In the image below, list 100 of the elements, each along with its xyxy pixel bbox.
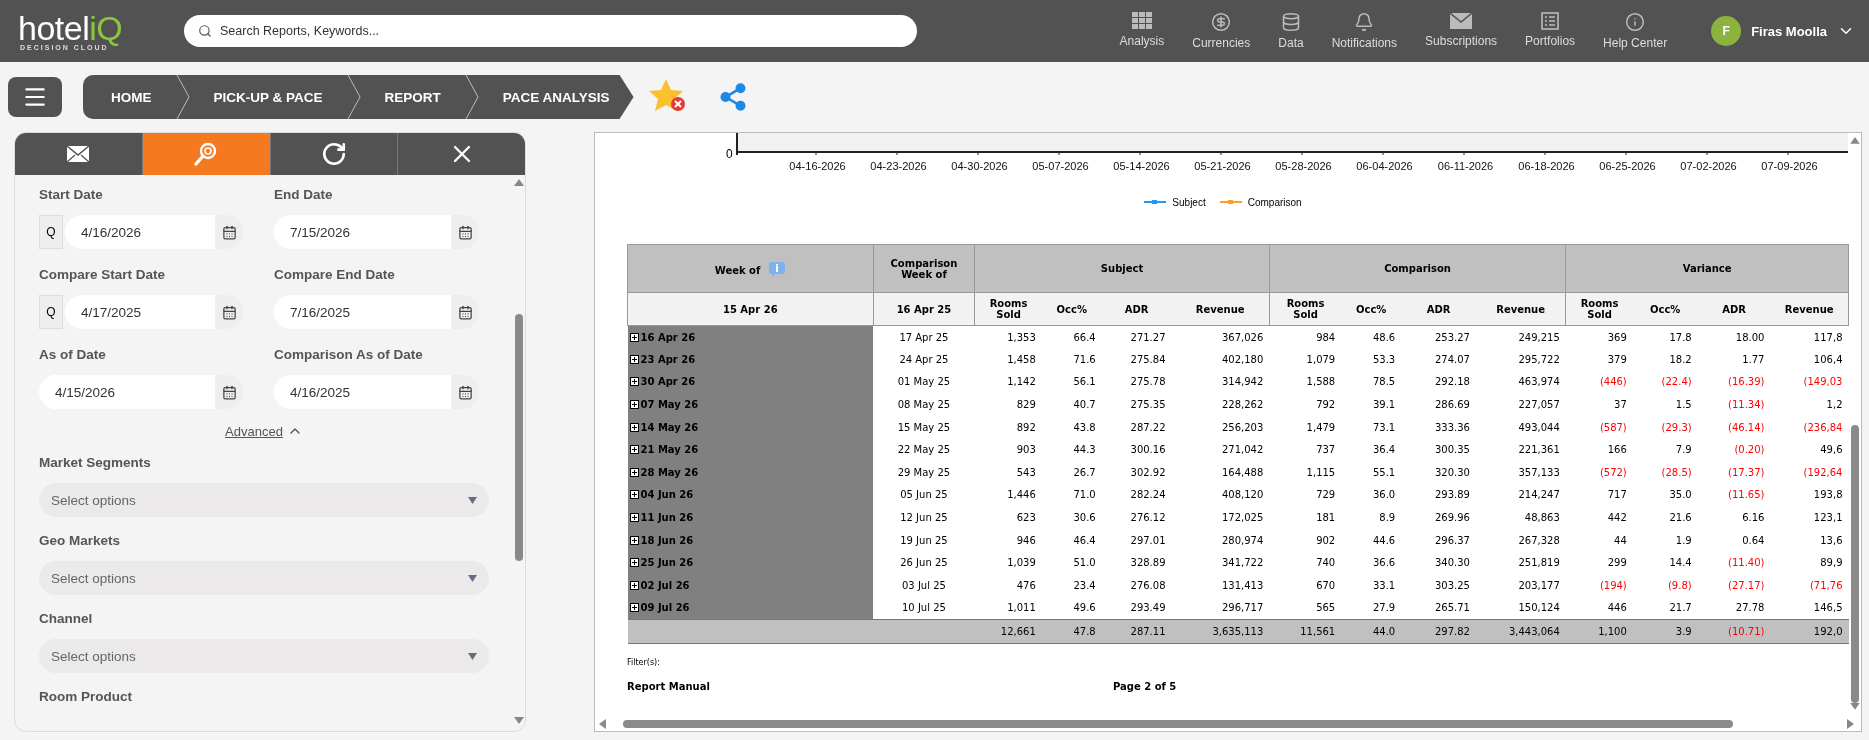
legend-label: Subject [1172, 196, 1206, 208]
nav-item[interactable]: Help Center [1589, 12, 1682, 50]
scrollbar-thumb[interactable] [623, 720, 1733, 728]
row-header[interactable]: 21 May 26 [627, 438, 874, 462]
table-cell: 17 Apr 25 [873, 325, 975, 349]
nav-item[interactable]: Analysis [1105, 12, 1179, 50]
row-header[interactable]: 14 May 26 [627, 415, 874, 439]
date-field[interactable]: 4/16/2025 [274, 375, 451, 409]
column-header: Revenue [1770, 292, 1849, 326]
date-field[interactable]: 4/16/2026 [65, 215, 215, 249]
calendar-button[interactable] [451, 295, 479, 329]
row-header[interactable]: 23 Apr 26 [627, 348, 874, 371]
filters-label: Filter(s): [627, 657, 661, 667]
table-cell: 287.11 [1101, 619, 1172, 644]
row-header[interactable]: 09 Jul 26 [627, 596, 874, 620]
row-header[interactable]: 16 Apr 26 [627, 325, 874, 349]
calendar-button[interactable] [451, 375, 479, 409]
scrollbar-thumb[interactable] [515, 314, 523, 561]
row-header[interactable]: 04 Jun 26 [627, 483, 874, 507]
row-header[interactable]: 02 Jul 26 [627, 574, 874, 597]
column-group-header: Variance [1565, 244, 1849, 293]
table-cell: 11,561 [1269, 619, 1342, 644]
panel-tab[interactable] [270, 133, 399, 175]
axis-label: 05-14-2026 [1112, 160, 1171, 172]
nav-item[interactable]: Subscriptions [1411, 12, 1512, 50]
scroll-up-icon[interactable] [514, 179, 524, 189]
nav-item[interactable]: Notifications [1317, 12, 1412, 50]
expand-icon[interactable] [629, 558, 639, 568]
row-header[interactable]: 11 Jun 26 [627, 506, 874, 529]
row-header[interactable]: 18 Jun 26 [627, 528, 874, 552]
breadcrumb-item[interactable]: PACE ANALYSIS [502, 89, 610, 105]
search-field[interactable]: Search Reports, Keywords... [184, 15, 917, 47]
breadcrumb-separator [346, 75, 361, 119]
calendar-button[interactable] [451, 215, 479, 249]
date-field[interactable]: 7/16/2025 [274, 295, 451, 329]
expand-icon[interactable] [629, 332, 639, 342]
quarter-button[interactable]: Q [39, 295, 63, 329]
table-cell: 12,661 [974, 619, 1042, 644]
expand-icon[interactable] [629, 445, 639, 455]
select-field[interactable]: Select options [39, 483, 489, 517]
field-label: Start Date [39, 187, 104, 202]
breadcrumb-item[interactable]: REPORT [384, 89, 441, 105]
row-header[interactable]: 28 May 26 [627, 461, 874, 484]
expand-icon[interactable] [629, 377, 639, 387]
expand-icon[interactable] [629, 513, 639, 523]
table-cell: (10.71) [1697, 619, 1771, 644]
axis-label: 06-04-2026 [1355, 160, 1414, 172]
scroll-left-icon[interactable] [599, 719, 609, 729]
panel-tab[interactable] [398, 133, 525, 175]
nav-item[interactable]: Portfolios [1511, 12, 1590, 50]
nav-label: Subscriptions [1425, 34, 1498, 48]
expand-icon[interactable] [629, 422, 639, 432]
field-label: Market Segments [39, 455, 152, 470]
expand-icon[interactable] [629, 603, 639, 613]
expand-icon[interactable] [629, 535, 639, 545]
scroll-up-icon[interactable] [1850, 137, 1860, 147]
breadcrumb-item[interactable]: PICK-UP & PACE [213, 89, 323, 105]
advanced-link[interactable]: Advanced [225, 423, 303, 439]
column-header: 15 Apr 26 [627, 292, 874, 326]
menu-button[interactable] [8, 77, 62, 117]
breadcrumb-separator [464, 75, 479, 119]
select-field[interactable]: Select options [39, 639, 489, 673]
expand-icon[interactable] [629, 580, 639, 590]
row-header[interactable]: 30 Apr 26 [627, 370, 874, 394]
date-field[interactable]: 4/15/2026 [39, 375, 215, 409]
date-field[interactable]: 7/15/2026 [274, 215, 451, 249]
row-header[interactable]: 07 May 26 [627, 393, 874, 416]
breadcrumb-separator [175, 75, 190, 119]
axis-label: 04-30-2026 [950, 160, 1009, 172]
expand-icon[interactable] [629, 354, 639, 364]
expand-icon[interactable] [629, 467, 639, 477]
table-cell: 47.8 [1041, 619, 1102, 644]
logo[interactable]: hoteliQ [18, 11, 168, 44]
quarter-button[interactable]: Q [39, 215, 63, 249]
nav-item[interactable]: Data [1264, 12, 1318, 50]
page-number: Page 2 of 5 [1113, 680, 1177, 692]
nav-label: Currencies [1192, 36, 1251, 50]
date-field[interactable]: 4/17/2025 [65, 295, 215, 329]
nav-item[interactable]: Currencies [1178, 12, 1265, 50]
expand-icon[interactable] [629, 490, 639, 500]
expand-icon[interactable] [629, 400, 639, 410]
column-group-header: Subject [974, 244, 1270, 293]
table-cell: 3.9 [1632, 619, 1698, 644]
row-header[interactable]: 25 Jun 26 [627, 551, 874, 575]
panel-tab[interactable] [15, 133, 143, 175]
calendar-button[interactable] [215, 295, 243, 329]
calendar-button[interactable] [215, 375, 243, 409]
axis-label: 07-02-2026 [1679, 160, 1738, 172]
field-label: Geo Markets [39, 533, 122, 548]
column-header: 16 Apr 25 [873, 292, 975, 326]
column-header: Occ% [1041, 292, 1102, 326]
user-name[interactable]: Firas Moolla [1751, 23, 1827, 39]
column-header: Occ% [1632, 292, 1698, 326]
bell-icon [1354, 12, 1375, 32]
axis-label: 04-16-2026 [788, 160, 847, 172]
scrollbar-thumb[interactable] [1851, 424, 1859, 704]
column-header: Rooms Sold [974, 292, 1042, 326]
select-field[interactable]: Select options [39, 561, 489, 595]
breadcrumb-item[interactable]: HOME [111, 89, 152, 105]
calendar-button[interactable] [215, 215, 243, 249]
